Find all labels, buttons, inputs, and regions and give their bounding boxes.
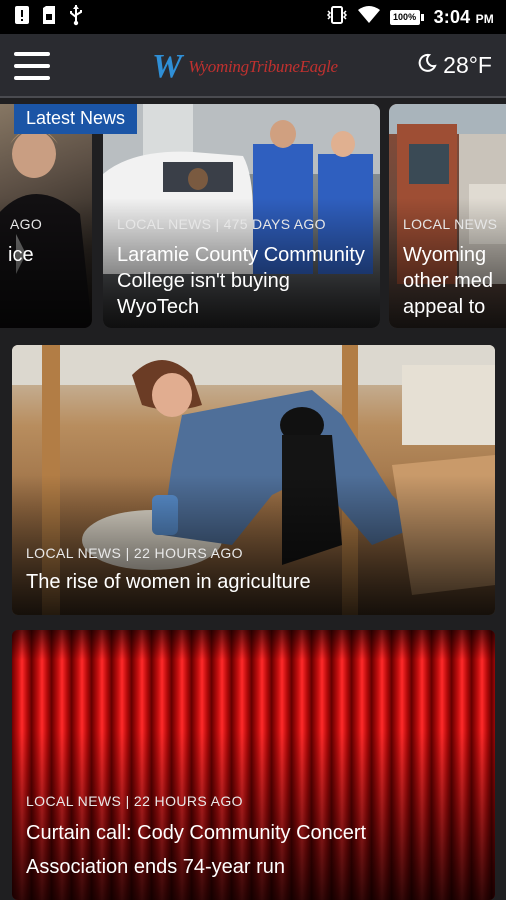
moon-icon (417, 52, 437, 79)
battery-level: 100% (389, 9, 420, 25)
carousel-card-title: ice (8, 244, 34, 266)
news-card-title-line1: Curtain call: Cody Community Concert (26, 822, 367, 844)
news-card-meta: LOCAL NEWS | 22 HOURS AGO (26, 793, 243, 809)
news-card-title: The rise of women in agriculture (26, 571, 311, 593)
app-bar: W WyomingTribuneEagle 28°F (0, 34, 506, 98)
carousel-card-meta: LOCAL NEWS (403, 216, 498, 232)
wifi-icon (357, 5, 380, 29)
news-card-meta: LOCAL NEWS | 22 HOURS AGO (26, 545, 243, 561)
menu-icon (14, 52, 50, 56)
brand-name: WyomingTribuneEagle (188, 57, 338, 76)
carousel-card[interactable]: LOCAL NEWS Wyoming other med appeal to (389, 104, 506, 328)
weather-widget[interactable]: 28°F (417, 52, 492, 79)
vibrate-icon (326, 5, 348, 30)
carousel-card-title: Laramie County Community College isn't b… (117, 244, 365, 318)
clock: 3:04 PM (433, 6, 494, 27)
sim-card-icon (42, 5, 56, 30)
alert-icon (14, 5, 30, 30)
latest-news-badge: Latest News (14, 104, 138, 134)
carousel-card[interactable]: AGO ice (0, 104, 92, 328)
carousel-card-meta: LOCAL NEWS | 475 DAYS AGO (117, 216, 326, 232)
latest-news-carousel[interactable]: AGO ice LOCAL NEWS | 475 DAYS AGO Larami… (0, 104, 506, 330)
brand-initial: W (152, 48, 183, 85)
carousel-card-meta: AGO (10, 216, 43, 232)
status-bar: 100% 3:04 PM (0, 0, 506, 34)
battery-icon: 100% (389, 9, 424, 25)
temperature: 28°F (443, 52, 492, 78)
carousel-card-title: Wyoming other med appeal to (403, 244, 494, 318)
carousel-card[interactable]: LOCAL NEWS | 475 DAYS AGO Laramie County… (103, 104, 380, 328)
news-card[interactable]: LOCAL NEWS | 22 HOURS AGO Curtain call: … (12, 630, 495, 900)
menu-button[interactable] (14, 52, 50, 80)
news-card[interactable]: LOCAL NEWS | 22 HOURS AGO The rise of wo… (12, 345, 495, 615)
usb-icon (68, 4, 84, 31)
brand-logo[interactable]: W WyomingTribuneEagle (152, 50, 338, 84)
news-card-title-line2: Association ends 74-year run (26, 856, 286, 878)
